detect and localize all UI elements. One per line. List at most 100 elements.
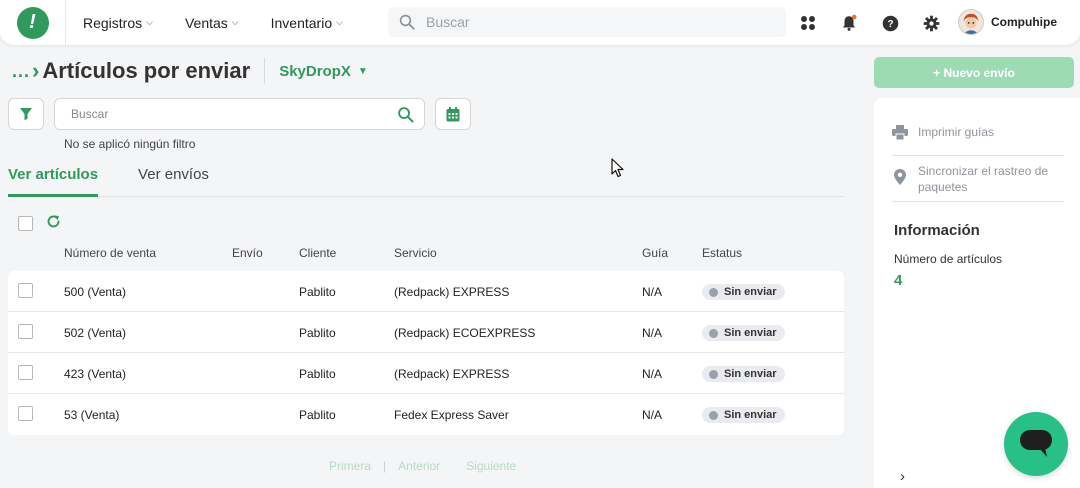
apps-icon[interactable] <box>794 9 822 37</box>
chevron-right-icon[interactable]: › <box>900 468 905 485</box>
filter-button[interactable] <box>8 98 44 130</box>
refresh-icon[interactable] <box>46 214 61 229</box>
service: (Redpack) EXPRESS <box>394 367 510 381</box>
calendar-icon <box>446 106 460 121</box>
chevron-down-icon: ⌵ <box>146 17 153 27</box>
table-row[interactable]: 53 (Venta) Pablito Fedex Express Saver N… <box>8 394 844 435</box>
status-badge: Sin enviar <box>702 284 785 300</box>
table-row[interactable]: 500 (Venta) Pablito (Redpack) EXPRESS N/… <box>8 271 844 312</box>
items-count-value: 4 <box>894 272 903 289</box>
user-menu[interactable]: Compuhipe <box>958 9 1057 35</box>
nav-ventas[interactable]: Ventas ⌵ <box>185 15 239 31</box>
caret-down-icon: ▼ <box>357 65 368 77</box>
row-checkbox[interactable] <box>18 365 33 380</box>
print-guides-action[interactable]: Imprimir guías <box>892 124 994 140</box>
col-service[interactable]: Servicio <box>394 246 437 260</box>
nav-inventario[interactable]: Inventario ⌵ <box>271 15 343 31</box>
breadcrumb[interactable]: ... <box>12 61 30 82</box>
list-search <box>54 98 425 130</box>
main-nav: Registros ⌵ Ventas ⌵ Inventario ⌵ <box>83 15 375 31</box>
tabs: Ver artículos Ver envíos <box>8 166 844 197</box>
table-header: Número de venta Envío Cliente Servicio G… <box>8 246 844 262</box>
search-icon <box>399 14 415 30</box>
filter-icon <box>20 108 32 120</box>
printer-icon <box>892 125 908 140</box>
sale-number: 423 (Venta) <box>64 367 127 381</box>
status-label: Sin enviar <box>724 409 777 421</box>
row-checkbox[interactable] <box>18 406 33 421</box>
client: Pablito <box>299 285 336 299</box>
page-prev-link[interactable]: Anterior <box>398 459 440 473</box>
tab-ver-articulos[interactable]: Ver artículos <box>8 166 99 197</box>
col-sale-number[interactable]: Número de venta <box>64 246 156 260</box>
guide: N/A <box>642 285 663 299</box>
mouse-cursor-icon <box>611 158 624 178</box>
logo-container: ! <box>0 0 66 45</box>
top-navigation-bar: ! Registros ⌵ Ventas ⌵ Inventario ⌵ ? <box>0 0 1080 45</box>
col-guide[interactable]: Guía <box>642 246 668 260</box>
row-checkbox[interactable] <box>18 324 33 339</box>
page-first-link[interactable]: Primera <box>329 459 371 473</box>
chevron-down-icon: ⌵ <box>231 17 239 27</box>
table-row[interactable]: 423 (Venta) Pablito (Redpack) EXPRESS N/… <box>8 353 844 394</box>
guide: N/A <box>642 408 663 422</box>
col-shipping[interactable]: Envío <box>232 246 263 260</box>
nav-registros[interactable]: Registros ⌵ <box>83 15 153 31</box>
client: Pablito <box>299 326 336 340</box>
service: Fedex Express Saver <box>394 408 509 422</box>
help-icon[interactable]: ? <box>876 9 904 37</box>
chevron-right-icon: › <box>32 58 40 83</box>
pagination: Primera | Anterior Siguiente <box>329 459 516 473</box>
calendar-button[interactable] <box>435 98 471 130</box>
print-guides-label: Imprimir guías <box>918 125 995 139</box>
header-divider <box>264 58 266 84</box>
chat-icon <box>1020 430 1052 457</box>
top-icons: ? <box>794 9 958 37</box>
row-checkbox[interactable] <box>18 283 33 298</box>
page-title: Artículos por enviar <box>42 58 251 83</box>
global-search <box>388 7 786 37</box>
new-shipment-button[interactable]: + Nuevo envío <box>874 57 1074 88</box>
bell-icon[interactable] <box>835 9 863 37</box>
client: Pablito <box>299 408 336 422</box>
search-icon[interactable] <box>397 106 414 123</box>
global-search-input[interactable] <box>426 14 766 30</box>
tab-ver-envios[interactable]: Ver envíos <box>138 166 209 197</box>
gear-icon[interactable] <box>917 9 945 37</box>
col-client[interactable]: Cliente <box>299 246 336 260</box>
col-status[interactable]: Estatus <box>702 246 742 260</box>
status-badge: Sin enviar <box>702 407 785 423</box>
sync-tracking-action[interactable]: Sincronizar el rastreo de paquetes <box>892 163 1072 195</box>
provider-label: SkyDropX <box>279 62 351 80</box>
provider-dropdown[interactable]: SkyDropX ▼ <box>279 63 368 80</box>
status-label: Sin enviar <box>724 327 777 339</box>
status-dot <box>709 287 718 297</box>
status-badge: Sin enviar <box>702 325 785 341</box>
status-dot <box>709 369 718 379</box>
status-dot <box>709 328 718 338</box>
table-row[interactable]: 502 (Venta) Pablito (Redpack) ECOEXPRESS… <box>8 312 844 353</box>
list-search-input[interactable] <box>71 107 381 121</box>
service: (Redpack) ECOEXPRESS <box>394 326 536 340</box>
page-header: ... › Artículos por enviar SkyDropX ▼ <box>12 58 368 84</box>
guide: N/A <box>642 367 663 381</box>
client: Pablito <box>299 367 336 381</box>
nav-ventas-label: Ventas <box>184 14 228 31</box>
location-pin-icon <box>894 169 906 185</box>
page-next-link[interactable]: Siguiente <box>466 459 516 473</box>
sidebar-divider <box>892 155 1064 156</box>
guide: N/A <box>642 326 663 340</box>
pagination-separator: | <box>383 459 387 473</box>
nav-registros-label: Registros <box>83 14 143 31</box>
service: (Redpack) EXPRESS <box>394 285 510 299</box>
sync-tracking-label: Sincronizar el rastreo de paquetes <box>918 164 1049 194</box>
svg-text:?: ? <box>887 19 893 30</box>
app-logo[interactable]: ! <box>16 6 49 39</box>
chat-button[interactable] <box>1004 412 1068 476</box>
info-title: Información <box>894 222 980 239</box>
sidebar-divider <box>892 201 1064 202</box>
select-all-checkbox[interactable] <box>18 216 33 231</box>
avatar <box>958 9 984 35</box>
table-body: 500 (Venta) Pablito (Redpack) EXPRESS N/… <box>8 271 844 435</box>
sale-number: 502 (Venta) <box>64 326 127 340</box>
